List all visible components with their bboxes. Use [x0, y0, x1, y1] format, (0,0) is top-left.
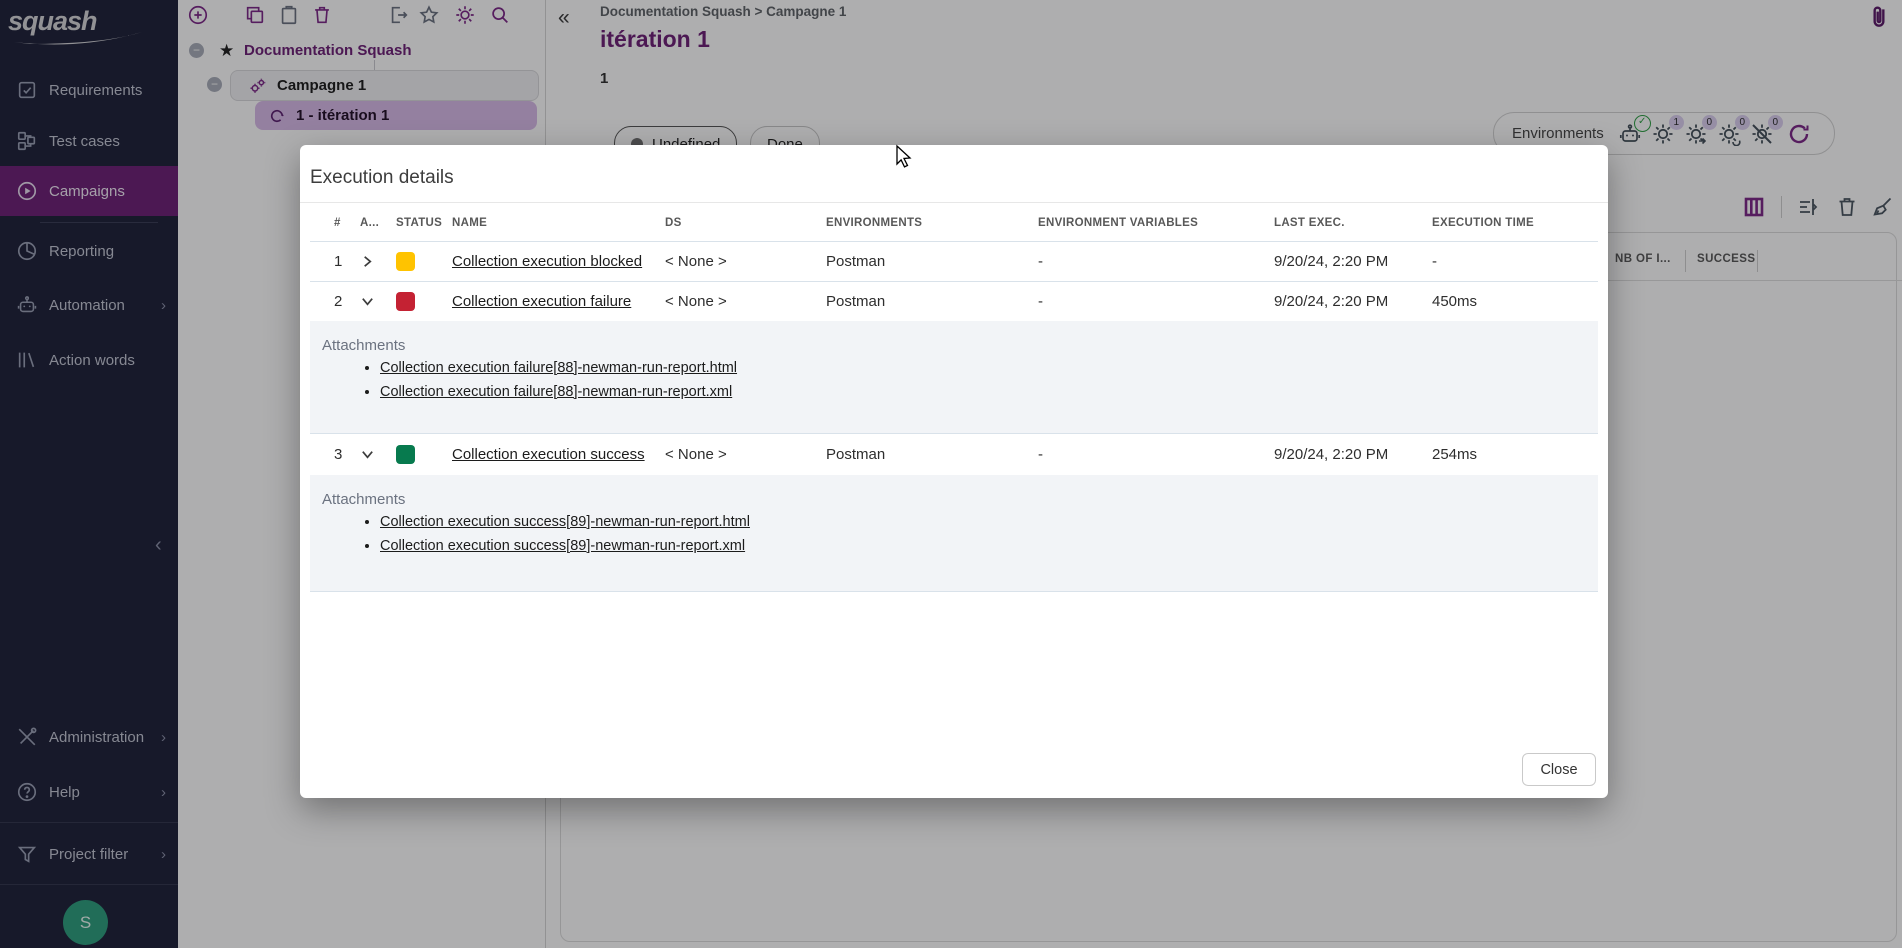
last-exec-cell: 9/20/24, 2:20 PM	[1274, 446, 1432, 463]
execution-name-link[interactable]: Collection execution success	[430, 446, 665, 463]
last-exec-cell: 9/20/24, 2:20 PM	[1274, 293, 1432, 310]
row-num: 1	[310, 253, 360, 270]
row-num: 2	[310, 293, 360, 310]
mouse-cursor	[893, 144, 915, 168]
col-header-attachments[interactable]: A...	[360, 217, 386, 229]
expand-chevron-right-icon[interactable]	[360, 254, 386, 269]
dataset-cell: < None >	[665, 446, 826, 463]
col-header-last-exec[interactable]: LAST EXEC.	[1274, 217, 1432, 229]
col-header-name[interactable]: NAME	[430, 217, 665, 229]
execution-details-modal: Execution details # A... STATUS NAME DS …	[300, 145, 1608, 798]
attachment-item: Collection execution failure[88]-newman-…	[380, 384, 1598, 400]
modal-title: Execution details	[310, 167, 454, 189]
last-exec-cell: 9/20/24, 2:20 PM	[1274, 253, 1432, 270]
attachments-label: Attachments	[322, 337, 1598, 354]
env-variables-cell: -	[1038, 446, 1274, 463]
col-header-ds[interactable]: DS	[665, 217, 826, 229]
attachment-item: Collection execution success[89]-newman-…	[380, 514, 1598, 530]
attachment-link[interactable]: Collection execution failure[88]-newman-…	[380, 384, 732, 400]
expand-chevron-down-icon[interactable]	[360, 294, 386, 309]
row-num: 3	[310, 446, 360, 463]
exec-time-cell: -	[1432, 253, 1598, 270]
dataset-cell: < None >	[665, 253, 826, 270]
execution-row: 3 Collection execution success < None > …	[310, 433, 1598, 476]
env-variables-cell: -	[1038, 293, 1274, 310]
environments-cell: Postman	[826, 446, 1038, 463]
status-square	[386, 445, 430, 464]
col-header-exec-time[interactable]: EXECUTION TIME	[1432, 217, 1598, 229]
attachments-section: Attachments Collection execution success…	[310, 475, 1598, 592]
dataset-cell: < None >	[665, 293, 826, 310]
attachment-link[interactable]: Collection execution success[89]-newman-…	[380, 538, 745, 554]
execution-row: 2 Collection execution failure < None > …	[310, 281, 1598, 322]
execution-row: 1 Collection execution blocked < None > …	[310, 241, 1598, 282]
execution-name-link[interactable]: Collection execution failure	[430, 293, 665, 310]
modal-table-header: # A... STATUS NAME DS ENVIRONMENTS ENVIR…	[310, 205, 1598, 242]
app-screen: squash Requirements Test cases	[0, 0, 1902, 948]
status-square	[386, 252, 430, 271]
exec-time-cell: 450ms	[1432, 293, 1598, 310]
attachment-link[interactable]: Collection execution success[89]-newman-…	[380, 514, 750, 530]
col-header-num[interactable]: #	[310, 217, 360, 229]
status-square	[386, 292, 430, 311]
col-header-environments[interactable]: ENVIRONMENTS	[826, 217, 1038, 229]
col-header-status[interactable]: STATUS	[386, 217, 430, 229]
attachments-section: Attachments Collection execution failure…	[310, 321, 1598, 434]
expand-chevron-down-icon[interactable]	[360, 447, 386, 462]
modal-title-divider	[300, 202, 1608, 203]
attachments-label: Attachments	[322, 491, 1598, 508]
env-variables-cell: -	[1038, 253, 1274, 270]
environments-cell: Postman	[826, 253, 1038, 270]
attachment-link[interactable]: Collection execution failure[88]-newman-…	[380, 360, 737, 376]
exec-time-cell: 254ms	[1432, 446, 1598, 463]
col-header-env-variables[interactable]: ENVIRONMENT VARIABLES	[1038, 217, 1274, 229]
attachment-item: Collection execution failure[88]-newman-…	[380, 360, 1598, 376]
environments-cell: Postman	[826, 293, 1038, 310]
close-button[interactable]: Close	[1522, 753, 1596, 786]
execution-name-link[interactable]: Collection execution blocked	[430, 253, 665, 270]
attachment-item: Collection execution success[89]-newman-…	[380, 538, 1598, 554]
